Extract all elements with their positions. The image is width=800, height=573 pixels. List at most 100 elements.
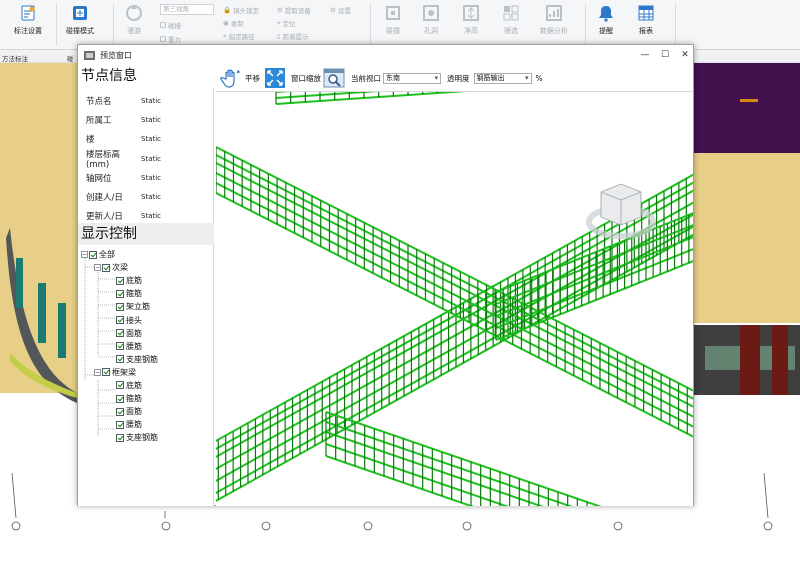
fit-view-icon[interactable] (264, 67, 286, 89)
rebar-3d-viewport[interactable] (216, 91, 693, 506)
extract-device-button[interactable]: ⚙ 提取设备 (277, 5, 311, 15)
remind-label: 提醒 (599, 27, 613, 35)
property-row: 所属工 Static (78, 110, 213, 129)
property-label: 更新人/日 (86, 212, 123, 223)
property-value: Static (141, 115, 162, 124)
settings-button[interactable]: ⚙ 设置 (330, 5, 351, 15)
view-select[interactable]: 东南 (383, 72, 441, 84)
property-value: Static (141, 193, 162, 202)
property-label: 楼 (86, 135, 95, 146)
top-beam-bar (275, 92, 379, 99)
clear-height-icon (463, 5, 479, 21)
collide-button[interactable]: 碰撞 (383, 3, 403, 36)
lens-lock-label: 镜头锁定 (233, 7, 260, 15)
transparency-label: 透明度 (447, 73, 470, 83)
remind-button[interactable]: 提醒 (596, 3, 616, 36)
main-beam-bar (216, 233, 693, 502)
grid-marker (763, 521, 773, 531)
report-label: 报表 (639, 27, 653, 35)
ribbon-separator (56, 4, 57, 46)
report-button[interactable]: 报表 (636, 3, 656, 36)
view-mode-select[interactable]: 第三视角 (160, 4, 214, 15)
extract-icon: ⚙ (277, 6, 283, 14)
left-panel: 节点信息 节点名 Static 所属工 Static 楼 Static 楼层标高(mm… (78, 65, 214, 506)
data-analysis-button[interactable]: 数据分析 (540, 3, 568, 36)
clear-height-button[interactable]: 净高 (461, 3, 481, 36)
transparency-select[interactable]: 钢筋输出 (473, 72, 532, 84)
filter-icon (503, 5, 519, 21)
hole-button[interactable]: 孔洞 (421, 3, 441, 36)
checkbox-box (160, 36, 166, 42)
node-info-list: 节点名 Static 所属工 Static 楼 Static 楼层标高(mm) Stat… (78, 87, 213, 223)
close-button[interactable]: ✕ (678, 48, 692, 62)
zoom-window-icon[interactable] (323, 67, 345, 89)
model-column (58, 303, 66, 358)
specify-path-button[interactable]: ⌖ 指定路径 (223, 31, 255, 42)
preview-dialog: 预览窗口 — ☐ ✕ 节点信息 节点名 Static 所属工 Static 楼 Sta… (77, 44, 694, 506)
main-beam-bar (216, 213, 693, 482)
hand-pan-icon[interactable] (220, 67, 242, 89)
record-label: 录制 (230, 20, 244, 28)
grid-marker (613, 521, 623, 531)
collision-mode-button[interactable]: 碰撞模式 (66, 3, 94, 36)
grid-marker (363, 521, 373, 531)
pin-icon: ⌖ (223, 31, 227, 40)
maximize-button[interactable]: ☐ (658, 48, 672, 62)
property-row: 楼层标高(mm) Static (78, 149, 213, 170)
grid-markers (11, 521, 773, 531)
model-column (38, 283, 46, 343)
roam-icon (126, 5, 142, 21)
specify-path-label: 指定路径 (228, 33, 255, 41)
gear-icon: ⚙ (330, 6, 336, 14)
zoom-window-label[interactable]: 窗口缩放 (291, 73, 321, 84)
property-value: Static (141, 135, 162, 144)
property-row: 节点名 Static (78, 91, 213, 110)
dialog-title: 预览窗口 (100, 50, 132, 60)
property-row: 轴网位 Static (78, 168, 213, 187)
property-label: 楼层标高(mm) (86, 149, 121, 170)
model-purple-slab (694, 63, 800, 153)
locate-button[interactable]: ⌖ 定位 (277, 18, 296, 29)
group-label-annotation: 方法标注 (2, 55, 28, 63)
ribbon-separator (585, 4, 586, 46)
ribbon-separator (675, 4, 676, 46)
collide-icon (386, 6, 400, 20)
view-select-value: 东南 (386, 73, 400, 82)
property-label: 所属工 (86, 115, 112, 126)
property-label: 节点名 (86, 96, 112, 107)
record-icon: ◉ (223, 19, 229, 27)
distance-hint-button[interactable]: ▯ 距离提示 (277, 31, 309, 41)
filter-label: 筛选 (504, 27, 518, 35)
minimize-button[interactable]: — (638, 48, 652, 62)
record-button[interactable]: ◉ 录制 (223, 18, 244, 28)
property-label: 轴网位 (86, 173, 112, 184)
right-beam-bar (495, 248, 693, 329)
settings-label: 设置 (337, 7, 351, 15)
right-beam-bar (495, 224, 693, 305)
collision-mode-icon (73, 6, 87, 20)
group-label-collide: 碰 (67, 55, 74, 63)
annotation-settings-label: 标注设置 (14, 27, 42, 35)
extract-device-label: 提取设备 (284, 7, 311, 15)
lock-icon: 🔒 (223, 6, 232, 14)
rebar-canvas[interactable] (216, 92, 693, 506)
model-column (772, 325, 788, 395)
grid-marker (462, 521, 472, 531)
grid-marker (11, 521, 21, 531)
locate-label: 定位 (282, 20, 296, 28)
ribbon-toolbar: 标注设置 碰撞模式 漫游 第三视角 碰撞 重力 🔒 镜头锁定 ◉ 录制 ⌖ 指定路径 … (0, 0, 800, 50)
ribbon-separator (113, 4, 114, 46)
property-label: 创建人/日 (86, 193, 123, 204)
filter-button[interactable]: 筛选 (501, 3, 521, 36)
gravity-checkbox[interactable]: 重力 (160, 34, 181, 44)
lens-lock-button[interactable]: 🔒 镜头锁定 (223, 5, 259, 15)
model-slab (694, 153, 800, 323)
annotation-settings-button[interactable]: 标注设置 (14, 3, 42, 36)
pan-label[interactable]: 平移 (245, 73, 260, 84)
grid-marker (261, 521, 271, 531)
dialog-titlebar[interactable]: 预览窗口 (78, 45, 693, 65)
display-control-header: 显示控制 (78, 223, 214, 245)
collide-label: 碰撞 (386, 27, 400, 35)
collide-checkbox[interactable]: 碰撞 (160, 20, 181, 30)
roam-button[interactable]: 漫游 (124, 3, 144, 36)
